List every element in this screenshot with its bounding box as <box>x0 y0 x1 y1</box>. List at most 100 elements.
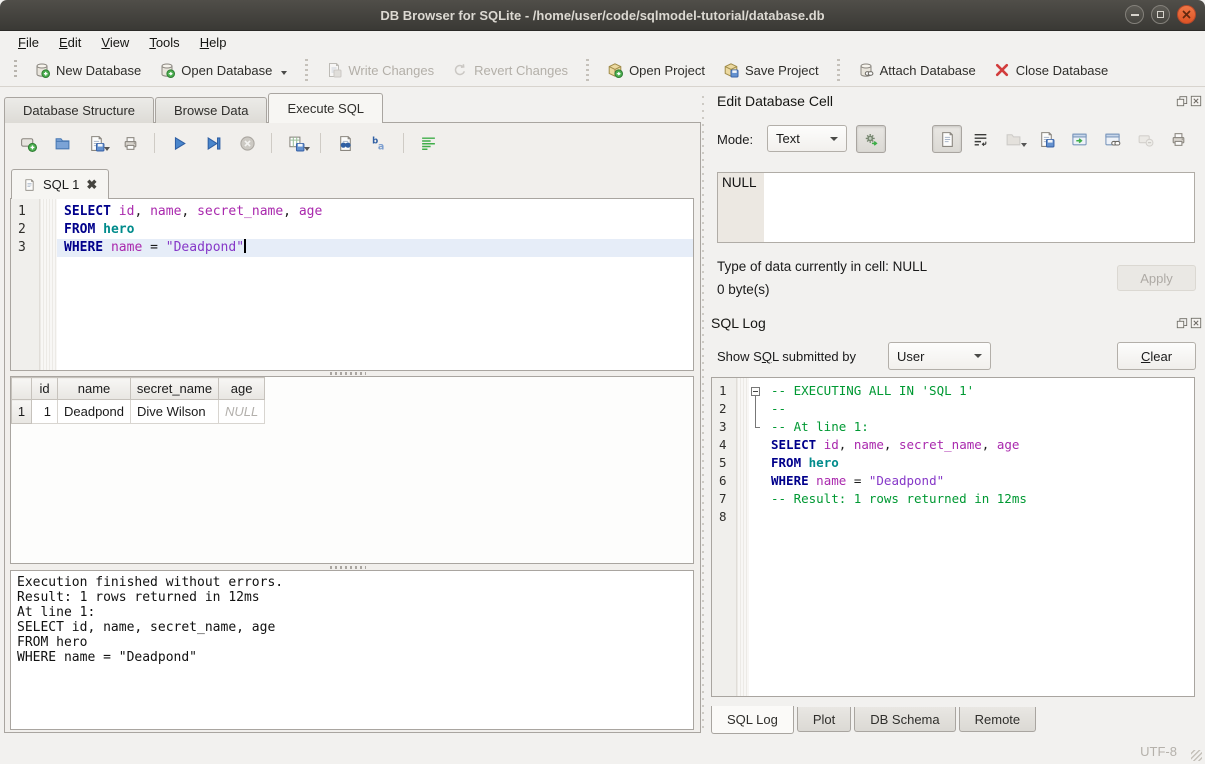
svg-text:a: a <box>377 141 383 152</box>
set-as-null-button <box>1130 125 1160 153</box>
fold-margin <box>39 221 57 239</box>
menu-tools[interactable]: Tools <box>139 32 189 53</box>
clear-log-button[interactable]: Clear <box>1117 342 1196 370</box>
float-dock-icon[interactable] <box>1176 317 1188 329</box>
sql-tab-label: SQL 1 <box>43 177 79 192</box>
table-cell[interactable]: Deadpond <box>58 400 131 424</box>
revert-changes-icon <box>452 62 468 78</box>
open-in-external-button[interactable] <box>1064 125 1094 153</box>
code-text: FROM hero <box>57 221 693 239</box>
text-mode-button[interactable] <box>932 125 962 153</box>
close-dock-icon[interactable] <box>1190 95 1202 107</box>
close-window-button[interactable] <box>1177 5 1196 24</box>
row-header[interactable]: 1 <box>12 400 32 424</box>
dock-tab-plot[interactable]: Plot <box>797 707 851 732</box>
word-wrap-button[interactable] <box>413 129 443 157</box>
chevron-down-icon <box>974 354 982 358</box>
close-dock-icon[interactable] <box>1190 317 1202 329</box>
line-number: 3 <box>11 239 39 257</box>
code-line: 2 -- <box>712 400 1194 418</box>
fold-margin <box>736 418 749 436</box>
save-project-button[interactable]: Save Project <box>714 58 828 82</box>
cell-value-editor[interactable]: NULL <box>717 172 1195 243</box>
table-cell[interactable]: Dive Wilson <box>131 400 219 424</box>
table-cell[interactable]: 1 <box>32 400 58 424</box>
toolbar-separator <box>154 133 155 153</box>
open-sql-file-button[interactable] <box>47 129 77 157</box>
code-text: -- <box>764 400 1194 418</box>
fold-collapse-icon[interactable] <box>751 387 760 396</box>
sql-editor[interactable]: 1SELECT id, name, secret_name, age2FROM … <box>10 198 694 371</box>
open-project-button[interactable]: Open Project <box>598 58 714 82</box>
splitter-handle[interactable] <box>330 372 366 375</box>
sql-document-icon <box>23 178 36 192</box>
tab-browse-data[interactable]: Browse Data <box>155 97 267 123</box>
menu-view[interactable]: View <box>91 32 139 53</box>
log-filter-select[interactable]: User <box>888 342 991 370</box>
resize-grip-icon[interactable] <box>1191 750 1202 761</box>
code-line: 4SELECT id, name, secret_name, age <box>712 436 1194 454</box>
code-text: -- At line 1: <box>764 418 1194 436</box>
apply-button: Apply <box>1117 265 1196 291</box>
table-row: 11DeadpondDive WilsonNULL <box>12 400 265 424</box>
float-dock-icon[interactable] <box>1176 95 1188 107</box>
dock-tab-sql-log[interactable]: SQL Log <box>711 706 794 734</box>
code-text: SELECT id, name, secret_name, age <box>764 436 1194 454</box>
menu-help[interactable]: Help <box>190 32 237 53</box>
sql-document-tab[interactable]: SQL 1 ✖ <box>11 169 109 199</box>
text-cursor <box>244 239 246 253</box>
tab-database-structure[interactable]: Database Structure <box>4 97 154 123</box>
column-header-secret-name[interactable]: secret_name <box>131 378 219 400</box>
new-database-button[interactable]: New Database <box>25 58 150 82</box>
column-header-id[interactable]: id <box>32 378 58 400</box>
close-tab-icon[interactable]: ✖ <box>86 178 97 191</box>
new-sql-tab-button[interactable] <box>13 129 43 157</box>
menu-edit[interactable]: Edit <box>49 32 91 53</box>
open-database-button[interactable]: Open Database <box>150 58 296 82</box>
close-icon <box>1182 10 1191 19</box>
attach-database-icon <box>858 62 874 78</box>
fold-column <box>749 382 764 400</box>
save-sql-file-button[interactable] <box>81 129 111 157</box>
menu-file[interactable]: File <box>8 32 49 53</box>
auto-apply-button[interactable] <box>856 125 886 153</box>
fold-column <box>749 436 764 454</box>
word-wrap-cell-button[interactable] <box>965 125 995 153</box>
splitter-handle[interactable] <box>330 566 366 569</box>
print-sql-button[interactable] <box>115 129 145 157</box>
import-data-icon <box>1005 131 1022 148</box>
tab-execute-sql[interactable]: Execute SQL <box>268 93 383 123</box>
close-database-button[interactable]: Close Database <box>985 58 1118 82</box>
execute-current-line-button[interactable] <box>198 129 228 157</box>
mode-select[interactable]: Text <box>767 125 847 152</box>
column-header-age[interactable]: age <box>219 378 265 400</box>
dropdown-caret-icon <box>304 147 310 151</box>
fold-column <box>749 472 764 490</box>
attach-database-button[interactable]: Attach Database <box>849 58 985 82</box>
copy-link-icon <box>1104 131 1121 148</box>
line-number: 1 <box>11 203 39 221</box>
write-changes-button: Write Changes <box>317 58 443 82</box>
copy-link-button[interactable] <box>1097 125 1127 153</box>
export-data-button[interactable] <box>1031 125 1061 153</box>
print-cell-button[interactable] <box>1163 125 1193 153</box>
find-in-sql-button[interactable] <box>330 129 360 157</box>
line-number: 2 <box>712 400 736 418</box>
dock-tab-db-schema[interactable]: DB Schema <box>854 707 955 732</box>
format-sql-button[interactable]: ba <box>364 129 394 157</box>
text-mode-icon <box>939 131 956 148</box>
dock-tab-remote[interactable]: Remote <box>959 707 1037 732</box>
code-text: -- Result: 1 rows returned in 12ms <box>764 490 1194 508</box>
save-results-button[interactable] <box>281 129 311 157</box>
table-cell[interactable]: NULL <box>219 400 265 424</box>
minimize-button[interactable] <box>1125 5 1144 24</box>
stop-execution-icon <box>239 135 256 152</box>
sql-editor-toolbar: ba <box>13 129 443 157</box>
menubar: FileEditViewToolsHelp <box>0 30 1205 54</box>
execute-all-button[interactable] <box>164 129 194 157</box>
fold-margin <box>39 203 57 221</box>
pane-splitter[interactable] <box>702 96 704 731</box>
maximize-button[interactable] <box>1151 5 1170 24</box>
code-text <box>764 508 1194 526</box>
column-header-name[interactable]: name <box>58 378 131 400</box>
